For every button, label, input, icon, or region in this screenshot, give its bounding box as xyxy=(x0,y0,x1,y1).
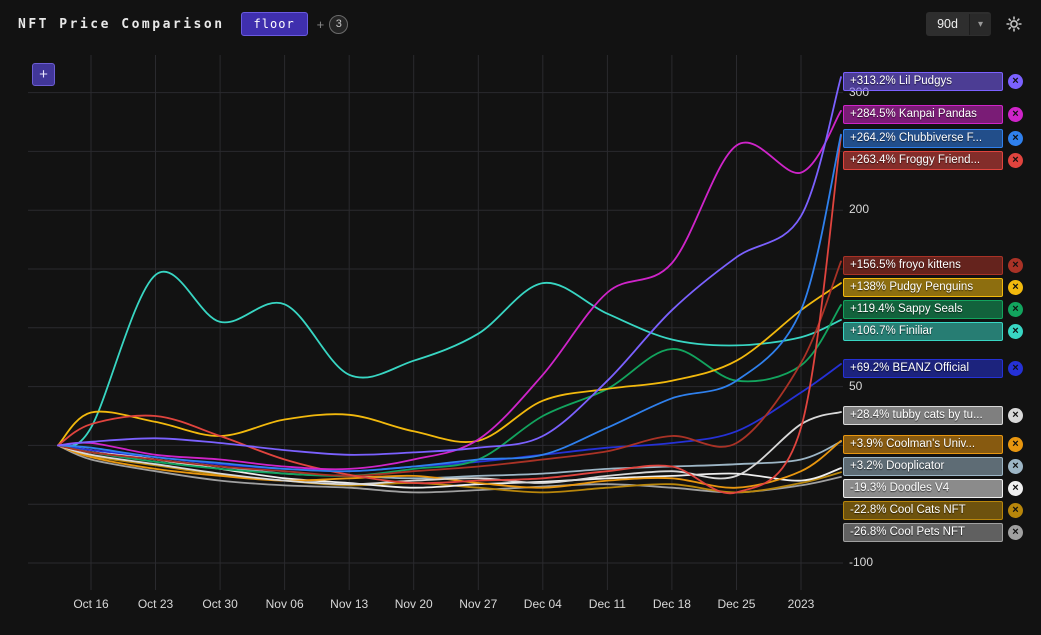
series-line-kanpai-pandas xyxy=(57,110,842,471)
series-label-finiliar[interactable]: +106.7% Finiliar xyxy=(843,321,1003,341)
series-label-tubby-cats-by-tu[interactable]: +28.4% tubby cats by tu... xyxy=(843,406,1003,426)
series-line-froyo-kittens xyxy=(57,260,842,477)
close-icon[interactable]: × xyxy=(1008,525,1023,541)
x-axis-label: Nov 06 xyxy=(265,597,304,611)
series-label-kanpai-pandas[interactable]: +284.5% Kanpai Pandas xyxy=(843,105,1003,125)
x-axis-label: Oct 16 xyxy=(73,597,109,611)
close-icon[interactable]: × xyxy=(1008,323,1023,339)
series-label-froggy-friend[interactable]: +263.4% Froggy Friend... xyxy=(843,151,1003,171)
x-axis-label: Dec 04 xyxy=(523,597,562,611)
close-icon[interactable]: × xyxy=(1008,481,1023,497)
price-comparison-chart[interactable] xyxy=(28,55,843,590)
series-label-froyo-kittens[interactable]: +156.5% froyo kittens xyxy=(843,255,1003,275)
x-axis-label: Dec 25 xyxy=(717,597,756,611)
series-line-pudgy-penguins xyxy=(57,282,842,447)
legend-row-cool-cats-nft: -22.8% Cool Cats NFT × xyxy=(843,501,1023,521)
close-icon[interactable]: × xyxy=(1008,408,1023,424)
legend-row-coolman-s-univ: +3.9% Coolman's Univ... × xyxy=(843,435,1023,455)
legend-row-pudgy-penguins: +138% Pudgy Penguins × xyxy=(843,277,1023,297)
x-axis-label: 2023 xyxy=(787,597,815,611)
close-icon[interactable]: × xyxy=(1008,437,1023,453)
x-axis-label: Nov 13 xyxy=(330,597,369,611)
y-axis-tick: 50 xyxy=(849,378,863,393)
close-icon[interactable]: × xyxy=(1008,131,1023,147)
y-axis-tick: -100 xyxy=(849,554,874,569)
legend-row-froyo-kittens: +156.5% froyo kittens × xyxy=(843,255,1023,275)
series-label-cool-cats-nft[interactable]: -22.8% Cool Cats NFT xyxy=(843,501,1003,521)
series-label-cool-pets-nft[interactable]: -26.8% Cool Pets NFT xyxy=(843,523,1003,543)
legend-row-chubbiverse-f: +264.2% Chubbiverse F... × xyxy=(843,129,1023,149)
close-icon[interactable]: × xyxy=(1008,301,1023,317)
series-label-coolman-s-univ[interactable]: +3.9% Coolman's Univ... xyxy=(843,435,1003,455)
legend-row-sappy-seals: +119.4% Sappy Seals × xyxy=(843,299,1023,319)
close-icon[interactable]: × xyxy=(1008,503,1023,519)
x-axis-label: Dec 11 xyxy=(588,597,626,611)
legend-row-beanz-official: +69.2% BEANZ Official × xyxy=(843,358,1023,378)
legend-row-froggy-friend: +263.4% Froggy Friend... × xyxy=(843,151,1023,171)
series-label-doodles-v4[interactable]: -19.3% Doodles V4 xyxy=(843,479,1003,499)
series-label-beanz-official[interactable]: +69.2% BEANZ Official xyxy=(843,358,1003,378)
legend-row-cool-pets-nft: -26.8% Cool Pets NFT × xyxy=(843,523,1023,543)
close-icon[interactable]: × xyxy=(1008,153,1023,169)
x-axis-label: Oct 30 xyxy=(202,597,238,611)
nft-price-comparison-app: NFT Price Comparison floor + 3 90d ▾ + 3… xyxy=(0,0,1041,635)
close-icon[interactable]: × xyxy=(1008,257,1023,273)
close-icon[interactable]: × xyxy=(1008,459,1023,475)
series-label-lil-pudgys[interactable]: +313.2% Lil Pudgys xyxy=(843,71,1003,91)
legend-row-kanpai-pandas: +284.5% Kanpai Pandas × xyxy=(843,105,1023,125)
x-axis-label: Dec 18 xyxy=(652,597,691,611)
series-line-beanz-official xyxy=(57,363,842,473)
x-axis-label: Nov 27 xyxy=(459,597,498,611)
series-label-sappy-seals[interactable]: +119.4% Sappy Seals xyxy=(843,299,1003,319)
close-icon[interactable]: × xyxy=(1008,279,1023,295)
series-label-chubbiverse-f[interactable]: +264.2% Chubbiverse F... xyxy=(843,129,1003,149)
legend-row-dooplicator: +3.2% Dooplicator × xyxy=(843,457,1023,477)
legend-row-finiliar: +106.7% Finiliar × xyxy=(843,321,1023,341)
x-axis-label: Oct 23 xyxy=(137,597,174,611)
close-icon[interactable]: × xyxy=(1008,360,1023,376)
series-label-dooplicator[interactable]: +3.2% Dooplicator xyxy=(843,457,1003,477)
legend-row-lil-pudgys: +313.2% Lil Pudgys × xyxy=(843,71,1023,91)
close-icon[interactable]: × xyxy=(1008,107,1023,123)
series-label-pudgy-penguins[interactable]: +138% Pudgy Penguins xyxy=(843,277,1003,297)
legend-row-tubby-cats-by-tu: +28.4% tubby cats by tu... × xyxy=(843,406,1023,426)
close-icon[interactable]: × xyxy=(1008,73,1023,89)
chart-area: + 300 200 50 -100 Oct 16 Oct 23 Oct 30 Nov 06 N… xyxy=(0,0,1041,635)
series-line-lil-pudgys xyxy=(57,76,842,456)
legend-row-doodles-v4: -19.3% Doodles V4 × xyxy=(843,479,1023,499)
x-axis-label: Nov 20 xyxy=(394,597,433,611)
y-axis-tick: 200 xyxy=(849,202,870,217)
